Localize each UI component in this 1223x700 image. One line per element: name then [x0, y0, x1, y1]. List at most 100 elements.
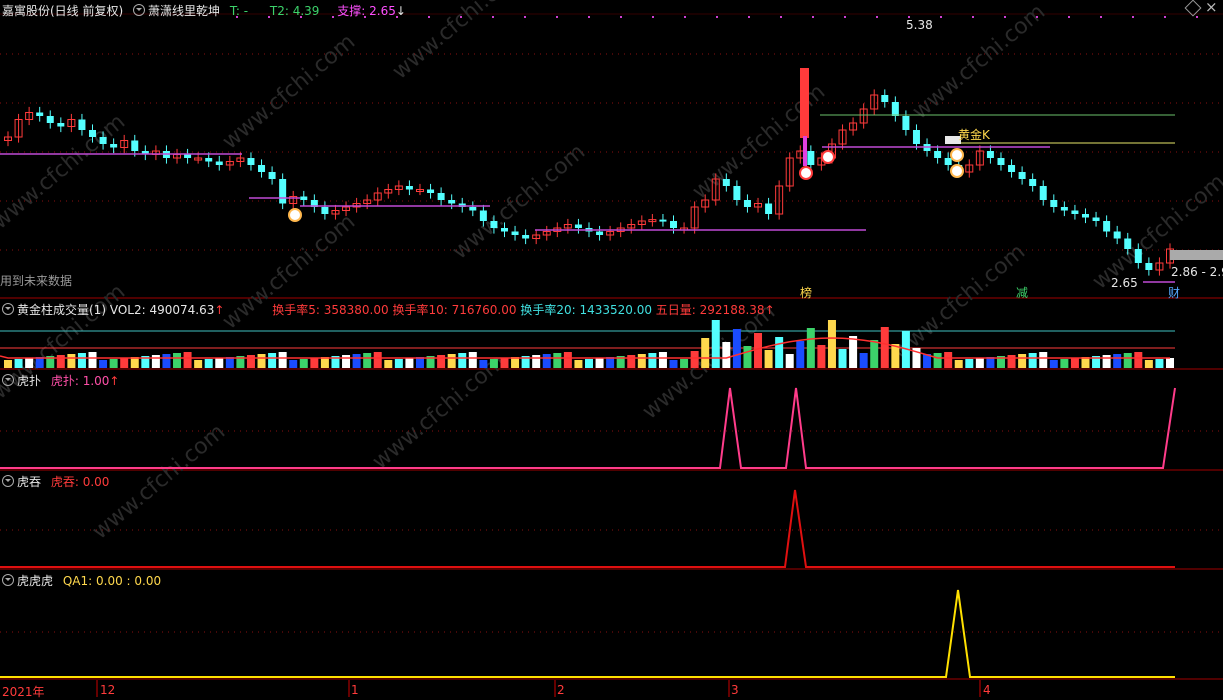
candle-body	[47, 116, 54, 123]
top-dot	[588, 16, 590, 18]
volume-bar	[722, 342, 730, 368]
five-day-arrow: ↑	[765, 303, 775, 317]
volume-bar	[184, 352, 192, 368]
dropdown-icon[interactable]	[2, 475, 14, 487]
candlestick-series	[5, 68, 1223, 276]
top-dot	[812, 16, 814, 18]
watermark-text: www.cfchi.com	[388, 0, 530, 85]
volume-bar	[374, 352, 382, 368]
volume-bar	[627, 355, 635, 368]
volume-bar	[1155, 359, 1163, 368]
watermark-text: www.cfchi.com	[368, 349, 510, 474]
volume-bar	[15, 359, 23, 368]
volume-bar	[353, 354, 361, 368]
candle-body	[659, 220, 666, 222]
signal-marker	[951, 149, 963, 161]
dropdown-icon[interactable]	[2, 374, 14, 386]
range-label: 2.86 - 2.9	[1171, 265, 1223, 279]
future-data-note: 用到未来数据	[0, 272, 72, 289]
top-dot	[492, 16, 494, 18]
xaxis-label-1: 1	[351, 683, 359, 697]
candle-body	[723, 179, 730, 186]
candle-body	[1040, 186, 1047, 200]
candle-body	[892, 102, 899, 116]
hutun-value: 虎吞: 0.00	[51, 475, 110, 489]
volume-bar	[1050, 360, 1058, 368]
xaxis-label-12: 12	[100, 683, 115, 697]
volume-bar	[479, 360, 487, 368]
volume-bar	[574, 360, 582, 368]
candle-body	[1145, 263, 1152, 270]
volume-bar	[860, 353, 868, 368]
candle-body	[1124, 239, 1131, 250]
huhuhu-panel-header: 虎虎虎 QA1: 0.00 : 0.00	[2, 572, 161, 589]
stock-name[interactable]: 嘉寓股份(日线 前复权)	[2, 4, 123, 18]
candle-body	[1093, 218, 1100, 222]
top-dot	[460, 16, 462, 18]
candle-body	[258, 165, 265, 172]
candle-body	[131, 141, 138, 152]
hutun-panel-name[interactable]: 虎吞	[17, 475, 41, 489]
volume-bar	[817, 345, 825, 368]
huhuhu-panel-name[interactable]: 虎虎虎	[17, 574, 53, 588]
volume-bar	[4, 360, 12, 368]
dropdown-icon[interactable]	[2, 574, 14, 586]
top-dot	[844, 16, 846, 18]
volume-bar	[670, 360, 678, 368]
top-dot	[1164, 16, 1166, 18]
candle-body	[1050, 200, 1057, 207]
candle-body	[1103, 221, 1110, 232]
volume-bar	[1113, 354, 1121, 368]
volume-bar	[796, 341, 804, 368]
indicator-name[interactable]: 萧潇线里乾坤	[148, 4, 220, 18]
volume-bar	[469, 352, 477, 368]
top-dot	[684, 16, 686, 18]
top-dot	[524, 16, 526, 18]
volume-bar	[1060, 359, 1068, 368]
dropdown-icon[interactable]	[2, 303, 14, 315]
volume-bar	[162, 354, 170, 368]
volume-bar	[659, 352, 667, 368]
t2-label: T2: 4.39	[270, 4, 320, 18]
volume-bar	[701, 338, 709, 368]
volume-bar	[25, 358, 33, 368]
hupu-arrow: ↑	[109, 374, 119, 388]
volume-bar	[955, 360, 963, 368]
volume-bar	[1008, 355, 1016, 368]
candle-body	[934, 151, 941, 158]
top-dot	[1100, 16, 1102, 18]
candle-body	[596, 232, 603, 236]
top-dot	[780, 16, 782, 18]
hupu-panel-name[interactable]: 虎扑	[17, 374, 41, 388]
volume-bar	[173, 353, 181, 368]
candle-body	[670, 221, 677, 228]
vol-panel-name[interactable]: 黄金柱成交量(1)	[17, 303, 106, 317]
panel-frames	[0, 14, 1223, 679]
hutun-panel-header: 虎吞 虎吞: 0.00	[2, 473, 109, 490]
volume-bar	[1071, 358, 1079, 368]
top-dot	[428, 16, 430, 18]
candle-body	[448, 200, 455, 204]
t-label: T: -	[230, 4, 248, 18]
volume-bar	[965, 359, 973, 368]
watermark-layer: www.cfchi.comwww.cfchi.comwww.cfchi.comw…	[0, 0, 1223, 545]
header-bar: 嘉寓股份(日线 前复权) 萧潇线里乾坤 T: - T2: 4.39 支撑: 2.…	[2, 2, 406, 19]
candle-body	[490, 221, 497, 228]
candle-body	[247, 158, 254, 165]
volume-bar	[691, 351, 699, 368]
volume-bar	[395, 359, 403, 368]
golden-k-label: 黄金K	[958, 126, 990, 143]
marker-bang: 榜	[800, 284, 812, 301]
volume-bar	[500, 358, 508, 368]
dropdown-icon[interactable]	[133, 4, 145, 16]
top-dot	[1036, 16, 1038, 18]
top-dot	[940, 16, 942, 18]
candle-body	[501, 228, 508, 232]
close-icon[interactable]: ×	[1205, 0, 1218, 16]
candle-body	[512, 232, 519, 236]
volume-bar	[1145, 360, 1153, 368]
volume-bar	[743, 346, 751, 368]
huhuhu-value: QA1: 0.00 : 0.00	[63, 574, 161, 588]
candle-body	[997, 158, 1004, 165]
top-dot	[1132, 16, 1134, 18]
